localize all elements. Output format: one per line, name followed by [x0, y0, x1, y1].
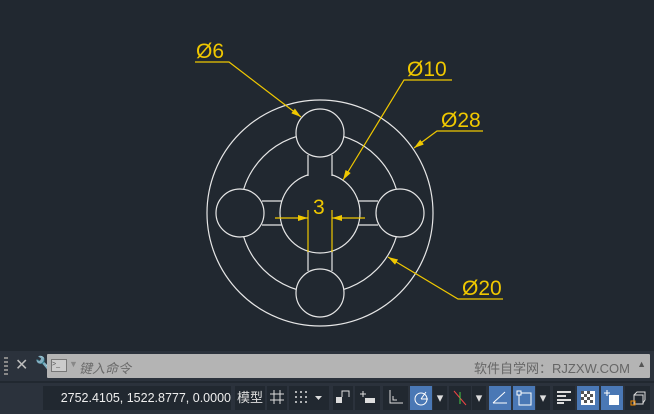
dynamic-input-icon[interactable]: [355, 386, 380, 410]
hole-right: [375, 188, 425, 238]
leader-d28: [413, 130, 483, 149]
lineweight-icon[interactable]: [553, 386, 575, 410]
model-space-button[interactable]: 模型: [235, 386, 265, 410]
command-input[interactable]: >_ ▼ 键入命令 软件自学网：RJZXW.COM ▲: [47, 354, 650, 378]
close-icon[interactable]: ✕: [15, 355, 28, 377]
status-bar: 2752.4105, 1522.8777, 0.0000 模型 ▾ ▾ ▾: [0, 383, 654, 414]
infer-constraints-icon[interactable]: [333, 386, 353, 410]
isodraw-dropdown-icon[interactable]: ▾: [472, 386, 486, 410]
history-up-icon[interactable]: ▲: [637, 359, 646, 369]
polar-tracking-icon[interactable]: [410, 386, 432, 410]
watermark: 软件自学网：RJZXW.COM: [474, 361, 630, 376]
label-d6: Ø6: [196, 40, 224, 63]
label-bar-width: 3: [313, 196, 325, 219]
hole-left: [215, 188, 265, 238]
hole-top: [295, 108, 345, 158]
dimensions: [195, 61, 503, 300]
grid-icon[interactable]: [267, 386, 287, 410]
command-placeholder: 键入命令: [79, 361, 132, 376]
object-snap-tracking-icon[interactable]: [489, 386, 511, 410]
snap-icon[interactable]: [289, 386, 329, 410]
leader-d6: [195, 61, 302, 118]
label-d20: Ø20: [462, 277, 502, 300]
command-line-bar: ✕ 🔧 >_ ▼ 键入命令 软件自学网：RJZXW.COM ▲: [0, 351, 654, 381]
hole-bottom: [295, 268, 345, 318]
coordinates-readout: 2752.4105, 1522.8777, 0.0000: [43, 386, 231, 410]
polar-dropdown-icon[interactable]: ▾: [433, 386, 447, 410]
drag-handle[interactable]: [4, 357, 8, 375]
ortho-icon[interactable]: [383, 386, 408, 410]
transparency-icon[interactable]: [577, 386, 599, 410]
chevron-down-icon[interactable]: ▼: [69, 359, 78, 369]
isodraw-icon[interactable]: [449, 386, 471, 410]
3d-osnap-icon[interactable]: [625, 386, 650, 410]
object-snap-icon[interactable]: [513, 386, 535, 410]
label-d28: Ø28: [441, 109, 481, 132]
selection-cycling-icon[interactable]: [601, 386, 623, 410]
object-snap-dropdown-icon[interactable]: ▾: [536, 386, 550, 410]
terminal-icon[interactable]: >_: [51, 359, 67, 372]
drawing-canvas[interactable]: Ø6 Ø10 Ø28 Ø20 3: [0, 0, 654, 350]
label-d10: Ø10: [407, 58, 447, 81]
